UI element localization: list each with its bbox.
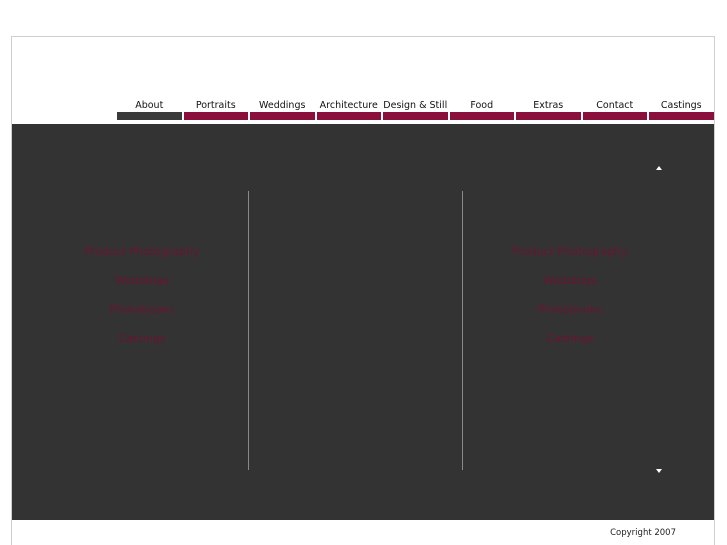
nav-bar (250, 112, 315, 120)
main-nav: About Portraits Weddings Architecture De… (117, 96, 714, 124)
column-divider-right (462, 191, 463, 470)
link-weddings[interactable]: Weddings (543, 273, 597, 289)
nav-label: Castings (660, 100, 702, 111)
nav-bar (449, 112, 514, 120)
link-photobooks[interactable]: Photobooks (538, 302, 602, 318)
nav-label: Contact (596, 100, 634, 111)
link-product-photography[interactable]: Product Photography (512, 244, 627, 260)
nav-bar (117, 112, 182, 120)
copyright-text: Copyright 2007 (610, 528, 676, 538)
nav-label: Portraits (195, 100, 236, 111)
nav-item-about[interactable]: About (117, 96, 182, 124)
nav-bar (316, 112, 381, 120)
nav-bar (183, 112, 248, 120)
link-photobooks[interactable]: Photobooks (110, 302, 174, 318)
link-castings[interactable]: Castings (546, 331, 593, 347)
triangle-up-icon[interactable] (656, 166, 662, 170)
nav-item-contact[interactable]: Contact (582, 96, 647, 124)
nav-bar (649, 112, 714, 120)
nav-label: Design & Still (383, 100, 448, 111)
nav-item-design-still[interactable]: Design & Still (383, 96, 448, 124)
nav-item-portraits[interactable]: Portraits (183, 96, 248, 124)
nav-item-castings[interactable]: Castings (649, 96, 714, 124)
nav-label: Weddings (259, 100, 306, 111)
nav-bar (582, 112, 647, 120)
link-weddings[interactable]: Weddings (115, 273, 169, 289)
left-link-column: Product Photography Weddings Photobooks … (42, 244, 242, 347)
content-panel: Product Photography Weddings Photobooks … (12, 124, 714, 520)
nav-item-extras[interactable]: Extras (516, 96, 581, 124)
right-link-column: Product Photography Weddings Photobooks … (470, 244, 670, 347)
nav-item-weddings[interactable]: Weddings (250, 96, 315, 124)
nav-bar (383, 112, 448, 120)
nav-label: Extras (533, 100, 564, 111)
link-castings[interactable]: Castings (118, 331, 165, 347)
nav-label: About (135, 100, 164, 111)
triangle-down-icon[interactable] (656, 469, 662, 473)
nav-item-architecture[interactable]: Architecture (316, 96, 381, 124)
nav-label: Architecture (319, 100, 378, 111)
nav-item-food[interactable]: Food (449, 96, 514, 124)
nav-bar (516, 112, 581, 120)
nav-label: Food (470, 100, 494, 111)
link-product-photography[interactable]: Product Photography (84, 244, 199, 260)
column-divider-left (248, 191, 249, 470)
